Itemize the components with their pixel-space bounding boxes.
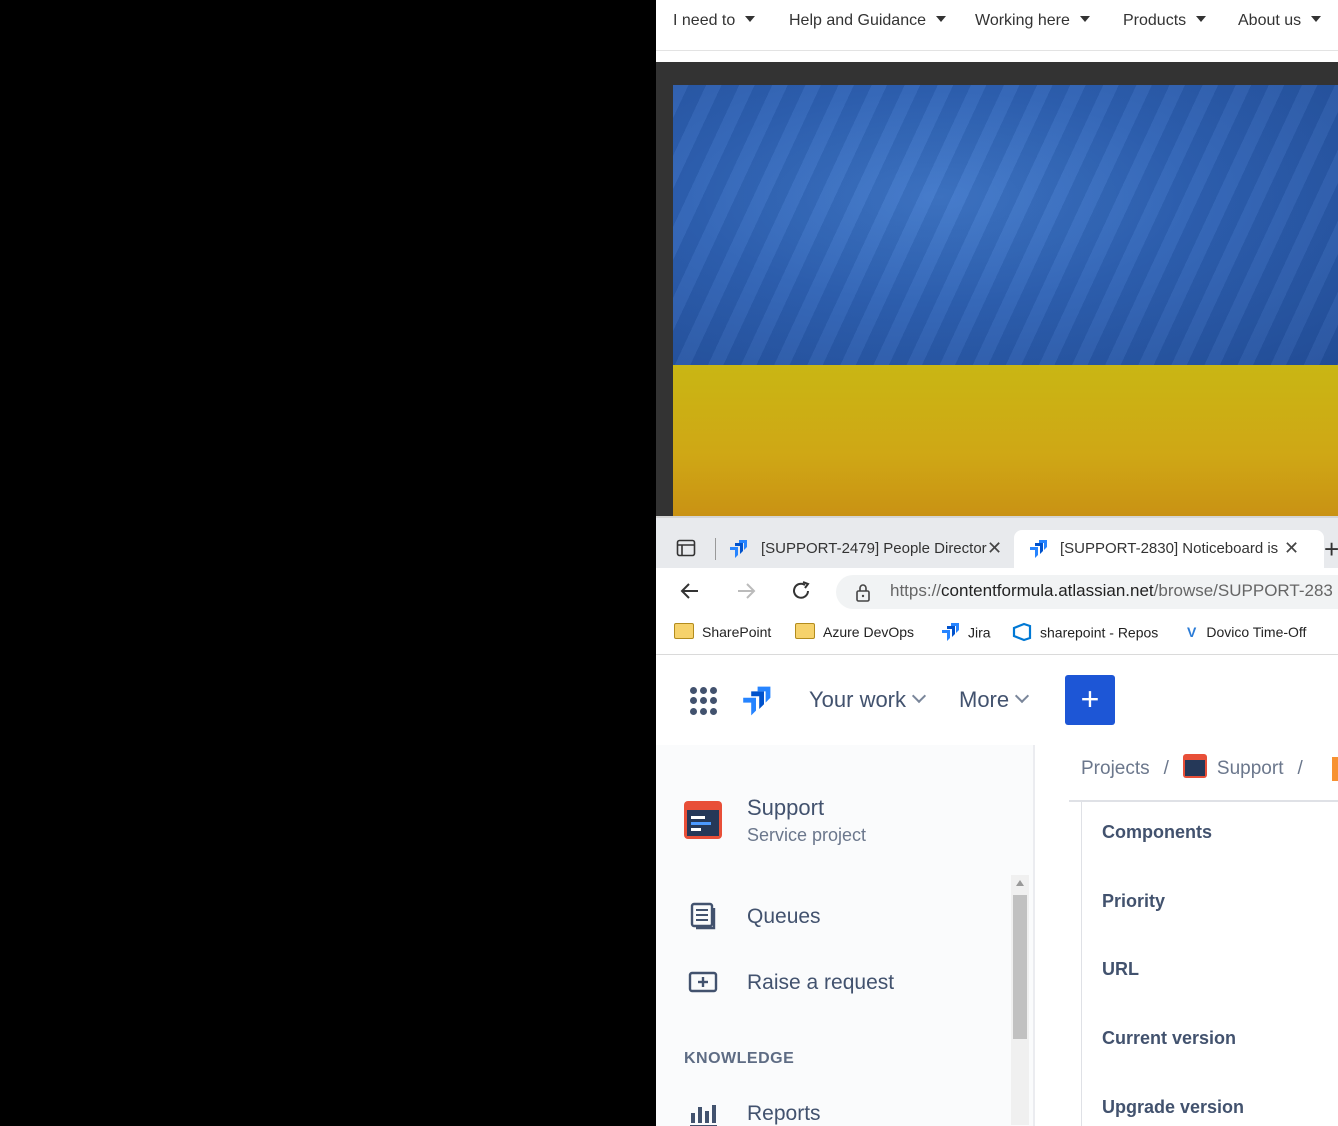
- bookmark-sharepoint[interactable]: SharePoint: [674, 623, 772, 641]
- jira-top-nav: Your work More +: [656, 655, 1338, 745]
- bookmark-dovico[interactable]: V Dovico Time-Off: [1187, 624, 1306, 640]
- jira-icon: [730, 540, 747, 558]
- caret-down-icon: [1311, 15, 1322, 22]
- url-domain: contentformula.atlassian.net: [941, 581, 1154, 600]
- section-knowledge-heading: KNOWLEDGE: [684, 1050, 795, 1067]
- bookmark-jira[interactable]: Jira: [940, 623, 991, 644]
- flag-yellow-stripe: [673, 365, 1338, 516]
- queues-icon: [690, 902, 716, 930]
- sidebar-item-raise-request[interactable]: Raise a request: [747, 971, 894, 995]
- refresh-icon[interactable]: [789, 579, 813, 603]
- nav-label: About us: [1238, 12, 1302, 29]
- bookmark-sharepoint-repos[interactable]: sharepoint - Repos: [1012, 622, 1159, 644]
- azure-devops-icon: [1012, 622, 1032, 642]
- more-label: More: [959, 687, 1010, 712]
- jira-icon: [942, 623, 959, 641]
- field-priority: Priority: [1102, 891, 1166, 911]
- your-work-menu[interactable]: Your work: [809, 687, 927, 713]
- bookmark-label: Dovico Time-Off: [1206, 624, 1307, 640]
- sidebar-scrollbar[interactable]: [1011, 875, 1029, 1125]
- url-text: https://contentformula.atlassian.net/bro…: [890, 581, 1333, 601]
- issue-main-panel: Projects / Support / Components Priority UR…: [1035, 745, 1338, 1126]
- chevron-down-icon: [911, 688, 927, 704]
- details-border: [1081, 802, 1082, 1126]
- url-prefix: https://: [890, 581, 942, 600]
- nav-i-need-to[interactable]: I need to: [673, 12, 756, 30]
- nav-label: Help and Guidance: [789, 12, 926, 29]
- site-top-nav: I need to Help and Guidance Working here…: [656, 0, 1338, 51]
- project-name[interactable]: Support: [747, 795, 824, 821]
- hero-banner: [656, 62, 1338, 516]
- breadcrumb-separator: /: [1163, 758, 1169, 780]
- nav-label: I need to: [673, 12, 736, 29]
- caret-down-icon: [745, 15, 756, 22]
- nav-label: Products: [1123, 12, 1187, 29]
- jira-logo-icon[interactable]: [740, 685, 772, 717]
- back-icon[interactable]: [678, 579, 702, 603]
- close-icon[interactable]: ✕: [987, 538, 1002, 559]
- url-path: /browse/SUPPORT-283: [1153, 581, 1333, 600]
- url-field[interactable]: https://contentformula.atlassian.net/bro…: [836, 575, 1338, 609]
- tab-title: [SUPPORT-2830] Noticeboard is: [1060, 540, 1279, 557]
- folder-icon: [674, 623, 694, 640]
- field-url: URL: [1102, 959, 1139, 979]
- nav-products[interactable]: Products: [1123, 12, 1207, 30]
- nav-help-and-guidance[interactable]: Help and Guidance: [789, 12, 946, 30]
- sidebar-item-reports[interactable]: Reports: [747, 1102, 821, 1126]
- app-switcher-icon[interactable]: [690, 687, 718, 715]
- scroll-up-icon[interactable]: [1016, 880, 1024, 886]
- field-components: Components: [1102, 822, 1212, 842]
- nav-about-us[interactable]: About us: [1238, 12, 1322, 30]
- folder-icon: [795, 623, 815, 640]
- breadcrumb-support[interactable]: Support: [1217, 758, 1284, 779]
- bookmarks-bar: SharePoint Azure DevOps Jira sharepoint …: [656, 614, 1338, 655]
- browser-address-bar: https://contentformula.atlassian.net/bro…: [656, 568, 1338, 614]
- new-tab-icon[interactable]: +: [1324, 534, 1338, 565]
- bookmark-label: SharePoint: [702, 624, 772, 640]
- breadcrumb-separator: /: [1297, 758, 1303, 780]
- nav-working-here[interactable]: Working here: [975, 12, 1090, 30]
- tab-actions-icon[interactable]: [676, 538, 696, 558]
- chevron-down-icon: [1015, 688, 1030, 704]
- reports-icon: [690, 1105, 717, 1126]
- field-current-version: Current version: [1102, 1028, 1237, 1048]
- create-button[interactable]: +: [1065, 675, 1115, 725]
- browser-tab-bar: [SUPPORT-2479] People Director ✕ [SUPPOR…: [656, 516, 1338, 570]
- project-sidebar: Support Service project Queues Raise a r…: [656, 745, 1035, 1126]
- project-avatar-icon: [684, 801, 722, 839]
- breadcrumb-projects[interactable]: Projects: [1081, 758, 1150, 779]
- more-menu[interactable]: More: [959, 687, 1030, 713]
- tab-title: [SUPPORT-2479] People Director: [761, 540, 987, 557]
- breadcrumb: Projects / Support /: [1081, 754, 1317, 781]
- project-type: Service project: [747, 825, 867, 845]
- issue-type-icon: [1332, 757, 1338, 781]
- raise-request-icon: [688, 971, 718, 993]
- ukraine-flag-image: [673, 85, 1338, 516]
- tab-support-2479[interactable]: [SUPPORT-2479] People Director ✕: [716, 530, 1006, 568]
- project-avatar-icon: [1182, 754, 1207, 778]
- bookmark-label: sharepoint - Repos: [1040, 624, 1159, 641]
- caret-down-icon: [935, 15, 946, 22]
- lock-icon: [856, 584, 870, 602]
- dovico-icon: V: [1187, 624, 1197, 640]
- header-divider: [1069, 800, 1338, 802]
- your-work-label: Your work: [809, 687, 907, 712]
- scrollbar-thumb[interactable]: [1013, 895, 1027, 1039]
- caret-down-icon: [1196, 15, 1207, 22]
- forward-icon[interactable]: [734, 579, 758, 603]
- bookmark-azure-devops[interactable]: Azure DevOps: [795, 623, 915, 641]
- field-upgrade-version: Upgrade version: [1102, 1097, 1245, 1117]
- caret-down-icon: [1079, 15, 1090, 22]
- right-panel: I need to Help and Guidance Working here…: [656, 0, 1338, 1126]
- close-icon[interactable]: ✕: [1284, 538, 1299, 559]
- bookmark-label: Jira: [968, 624, 991, 641]
- flag-blue-stripe: [673, 85, 1338, 365]
- nav-label: Working here: [975, 12, 1070, 29]
- jira-icon: [1030, 540, 1047, 558]
- bookmark-label: Azure DevOps: [823, 624, 915, 640]
- tab-support-2830[interactable]: [SUPPORT-2830] Noticeboard is ✕: [1014, 530, 1324, 568]
- sidebar-item-queues[interactable]: Queues: [747, 905, 821, 929]
